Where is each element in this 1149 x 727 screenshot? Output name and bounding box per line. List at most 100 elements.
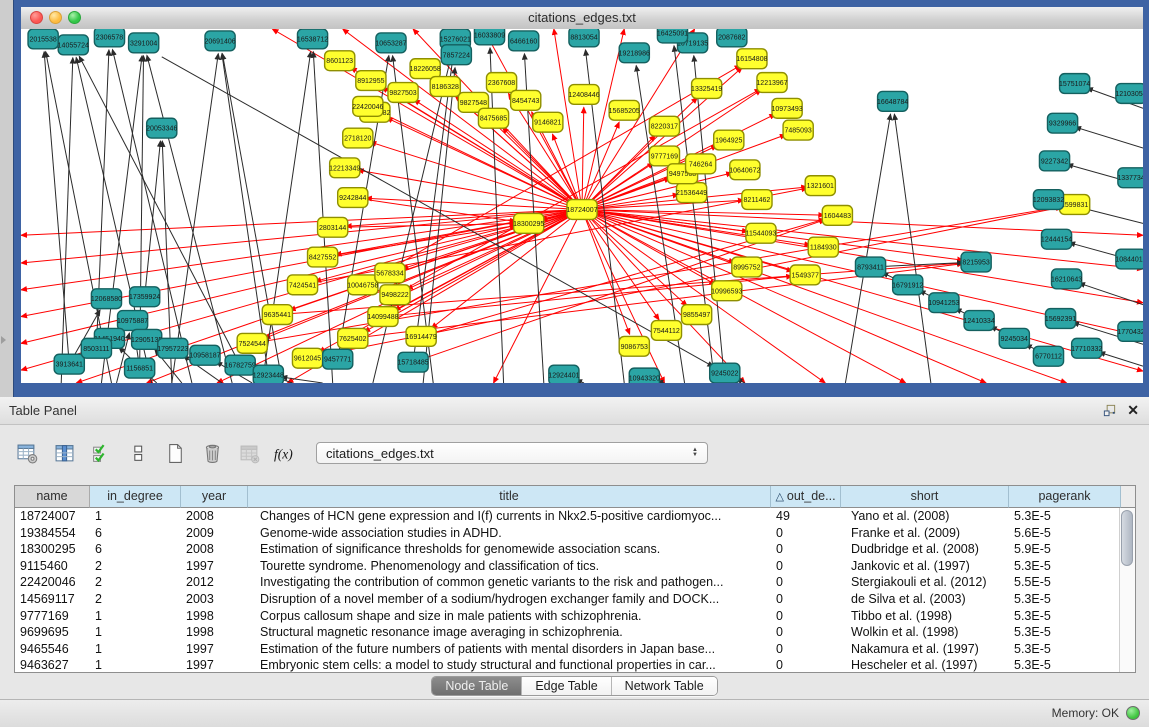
graph-node[interactable]: 11544093	[746, 223, 777, 243]
tab-edge-table[interactable]: Edge Table	[522, 677, 611, 695]
graph-node[interactable]: 6466160	[509, 31, 539, 51]
graph-node[interactable]: 20691406	[204, 31, 235, 51]
tab-network-table[interactable]: Network Table	[612, 677, 717, 695]
graph-node[interactable]: 10844012	[1115, 249, 1143, 269]
table-row[interactable]: 969969511998Structural magnetic resonanc…	[15, 624, 1135, 641]
tab-node-table[interactable]: Node Table	[432, 677, 522, 695]
graph-node[interactable]: 17957223	[157, 338, 188, 358]
column-header-pagerank[interactable]: pagerank	[1009, 486, 1121, 508]
graph-node[interactable]: 12103054	[1115, 84, 1143, 104]
graph-node[interactable]: 9245022	[710, 363, 740, 383]
graph-node[interactable]: 9498222	[380, 285, 410, 305]
graph-node[interactable]: 10640672	[729, 160, 760, 180]
graph-node[interactable]: 9329966	[1047, 113, 1077, 133]
graph-node[interactable]: 5678334	[375, 263, 405, 283]
table-settings-icon[interactable]	[14, 441, 40, 465]
graph-node[interactable]: 9457771	[323, 349, 353, 369]
column-header-year[interactable]: year	[181, 486, 248, 508]
table-row[interactable]: 946554611997Estimation of the future num…	[15, 641, 1135, 658]
graph-node[interactable]: 8215953	[961, 252, 991, 272]
graph-node[interactable]: 8813054	[569, 29, 599, 47]
graph-node[interactable]: 12093832	[1033, 190, 1064, 210]
graph-node[interactable]: 9227342	[1039, 151, 1069, 171]
table-row[interactable]: 1872400712008Changes of HCN gene express…	[15, 508, 1135, 525]
graph-node[interactable]: 16538712	[297, 29, 328, 49]
graph-node[interactable]: 1321601	[805, 176, 835, 196]
delete-table-icon[interactable]	[199, 441, 225, 465]
graph-node[interactable]: 8454743	[511, 90, 541, 110]
graph-node[interactable]: 16033809	[474, 29, 505, 45]
graph-node[interactable]: 7424541	[287, 275, 317, 295]
row-options-icon[interactable]	[125, 441, 151, 465]
graph-node[interactable]: 10943320	[629, 368, 660, 383]
graph-node[interactable]: 10653287	[375, 33, 406, 53]
graph-node[interactable]: 7544112	[651, 321, 681, 341]
table-row[interactable]: 946362711997Embryonic stem cells: a mode…	[15, 657, 1135, 673]
graph-node[interactable]: 16782759	[225, 355, 256, 375]
graph-node[interactable]: 7524544	[237, 333, 267, 353]
table-row[interactable]: 911546021997Tourette syndrome. Phenomeno…	[15, 558, 1135, 575]
graph-node[interactable]: 9855497	[682, 305, 712, 325]
graph-node[interactable]: 9086753	[619, 336, 649, 356]
graph-node[interactable]: 14099488	[367, 307, 398, 327]
graph-node[interactable]: 2087682	[717, 29, 747, 47]
graph-node[interactable]: 8475685	[478, 108, 508, 128]
graph-node[interactable]: 17710332	[1071, 338, 1102, 358]
graph-node[interactable]: 6770112	[1033, 346, 1063, 366]
graph-node[interactable]: 8211462	[742, 190, 772, 210]
graph-node[interactable]: 2803144	[318, 217, 348, 237]
graph-node[interactable]: 2718120	[343, 128, 373, 148]
graph-node[interactable]: 3913641	[54, 354, 84, 374]
graph-node[interactable]: 18226058	[410, 59, 441, 79]
scrollbar-thumb[interactable]	[1121, 510, 1133, 566]
graph-node[interactable]: 16648784	[877, 91, 908, 111]
close-panel-icon[interactable]: ✕	[1127, 402, 1139, 418]
table-row[interactable]: 1830029562008Estimation of significance …	[15, 541, 1135, 558]
graph-node[interactable]: 1549377	[790, 265, 820, 285]
graph-node[interactable]: 2306578	[94, 29, 124, 47]
new-table-icon[interactable]	[162, 441, 188, 465]
graph-node[interactable]: 15685205	[609, 100, 640, 120]
graph-node[interactable]: 8220317	[649, 116, 679, 136]
panel-collapse-handle[interactable]	[1, 336, 6, 344]
graph-node[interactable]: 22420046	[352, 96, 383, 116]
graph-node[interactable]: 9146821	[533, 112, 563, 132]
graph-node[interactable]: 17359924	[129, 287, 160, 307]
graph-node[interactable]: 9777169	[649, 146, 679, 166]
graph-node[interactable]: 10996593	[711, 281, 742, 301]
graph-node[interactable]: 18300295	[513, 213, 544, 233]
table-row[interactable]: 1938455462009Genome-wide association stu…	[15, 525, 1135, 542]
graph-node[interactable]: 8912955	[356, 71, 386, 91]
table-selector-dropdown[interactable]: citations_edges.txt▲▼	[316, 442, 708, 464]
graph-node[interactable]: 10941253	[928, 293, 959, 313]
graph-node[interactable]: 8503111	[81, 338, 111, 358]
column-header-name[interactable]: name	[15, 486, 90, 508]
float-panel-icon[interactable]	[1102, 403, 1117, 418]
graph-node[interactable]: 12444154	[1041, 229, 1072, 249]
graph-node[interactable]: 1964925	[714, 130, 744, 150]
graph-node[interactable]: 14055724	[58, 35, 89, 55]
graph-node[interactable]: 21536449	[676, 183, 707, 203]
table-row[interactable]: 977716911998Corpus callosum shape and si…	[15, 608, 1135, 625]
graph-node[interactable]: 16791912	[892, 275, 923, 295]
graph-node[interactable]: 15718485	[397, 352, 428, 372]
graph-node[interactable]: 12213349	[329, 158, 360, 178]
graph-node[interactable]: 12408446	[568, 85, 599, 105]
network-view[interactable]: 1872400786011238912955182260589827503105…	[21, 29, 1143, 383]
graph-node[interactable]: 2367608	[486, 73, 516, 93]
graph-node[interactable]: 8601123	[325, 51, 355, 71]
graph-node[interactable]: 20053346	[146, 118, 177, 138]
graph-node[interactable]: 12923448	[253, 365, 284, 383]
graph-node[interactable]: 9242844	[338, 188, 368, 208]
graph-node[interactable]: 12068580	[91, 289, 122, 309]
graph-node[interactable]: 13325419	[691, 79, 722, 99]
graph-node[interactable]: 10973493	[771, 98, 802, 118]
graph-node[interactable]: 1156851	[125, 358, 155, 378]
graph-node[interactable]: 17704321	[1117, 322, 1143, 342]
vertical-scrollbar[interactable]	[1119, 508, 1135, 672]
graph-node[interactable]: 9612045	[292, 348, 322, 368]
graph-node[interactable]: 3291004	[129, 33, 159, 53]
graph-node[interactable]: 8427552	[308, 247, 338, 267]
graph-node[interactable]: 2015538	[28, 29, 58, 49]
show-columns-icon[interactable]	[51, 441, 77, 465]
